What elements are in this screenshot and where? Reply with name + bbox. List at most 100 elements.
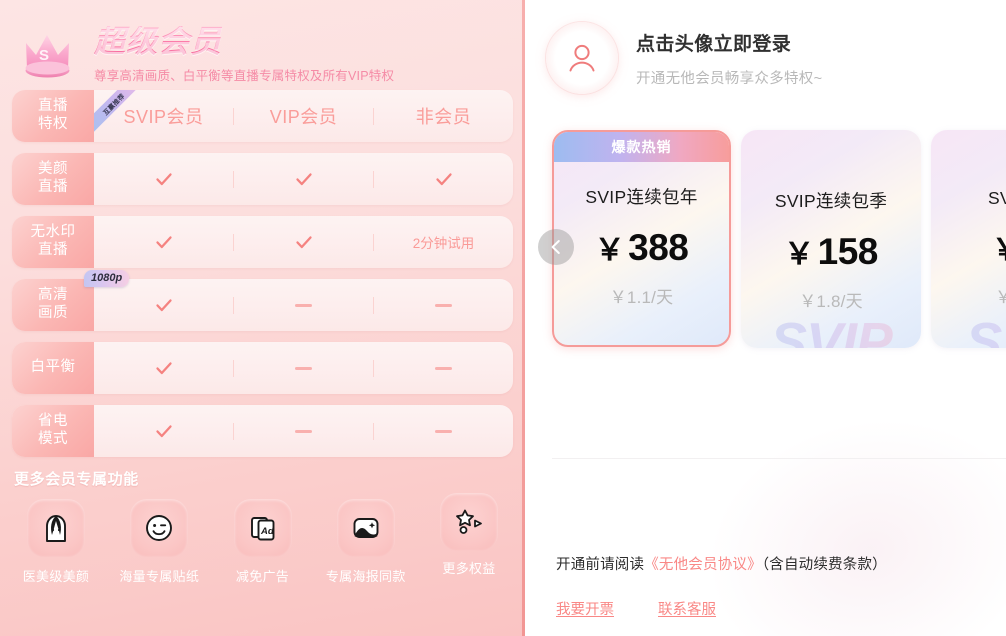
agreement-text: 开通前请阅读《无他会员协议》（含自动续费条款）	[556, 553, 887, 574]
beauty-face-icon	[27, 499, 85, 557]
check-icon	[154, 358, 174, 378]
poster-image-icon	[336, 499, 395, 557]
svg-text:Ad: Ad	[260, 526, 274, 537]
column-header-nonmember: 非会员	[415, 107, 472, 127]
login-title: 点击头像立即登录	[636, 33, 792, 55]
check-icon	[154, 232, 174, 252]
table-row: 高清 画质 1080p	[12, 270, 513, 331]
avatar[interactable]	[546, 22, 618, 94]
row-label: 省电 模式	[12, 405, 94, 457]
plan-name: SVIP连续包年	[585, 187, 698, 207]
plan-name: SVIP连续包季	[774, 191, 888, 211]
plan-watermark: SVIP	[741, 310, 921, 348]
carousel-prev-button[interactable]	[538, 229, 574, 265]
dash-icon	[295, 366, 312, 370]
column-header-svip: SVIP会员	[123, 107, 204, 127]
check-icon	[434, 169, 454, 189]
row-cell-vip	[234, 366, 373, 370]
plan-carousel: 爆款热销 SVIP连续包年 ￥ 388 ￥1.1/天 SVIP SVIP连续包季…	[525, 130, 1006, 348]
customer-service-link[interactable]: 联系客服	[658, 598, 716, 619]
super-member-header: S 超级会员 尊享高清画质、白平衡等直播专属特权及所有VIP特权	[0, 0, 525, 84]
membership-screen: S 超级会员 尊享高清画质、白平衡等直播专属特权及所有VIP特权 直播 特权 互赢…	[0, 0, 1006, 636]
feature-label: 海量专属贴纸	[119, 569, 200, 584]
table-row: 美颜 直播	[12, 153, 513, 205]
plan-watermark: SVIP	[554, 337, 729, 345]
check-icon	[154, 295, 174, 315]
login-row[interactable]: 点击头像立即登录 开通无他会员畅享众多特权~	[525, 0, 1006, 94]
person-avatar-icon	[569, 44, 595, 72]
crown-icon: S	[16, 23, 88, 85]
section-divider	[552, 458, 1006, 459]
feature-label: 医美级美颜	[22, 569, 90, 584]
feature-item-medical-beauty[interactable]: 医美级美颜	[10, 499, 102, 585]
agreement-prefix: 开通前请阅读	[556, 557, 645, 573]
currency-symbol: ￥	[784, 238, 814, 271]
privileges-panel: S 超级会员 尊享高清画质、白平衡等直播专属特权及所有VIP特权 直播 特权 互赢…	[0, 0, 525, 636]
plan-per-day: ￥1.1/天	[609, 288, 674, 307]
sparkle-star-icon	[440, 493, 498, 551]
check-icon	[294, 232, 314, 252]
more-features-list: 医美级美颜 海量专属贴纸 Ad 减免广告 专属海报同款 更多权益	[0, 493, 525, 585]
plan-price: ￥	[992, 225, 1006, 269]
row-label: 白平衡	[12, 342, 94, 394]
privileges-table: 直播 特权 互赢推荐 SVIP会员 VIP会员 非会员 美颜 直播 无水印 直播…	[0, 90, 525, 457]
feature-item-more-rights[interactable]: 更多权益	[423, 493, 515, 585]
dash-icon	[435, 429, 452, 433]
row-cell-nonmember: 2分钟试用	[374, 232, 513, 252]
check-icon	[154, 169, 174, 189]
chevron-left-icon	[551, 240, 560, 254]
agreement-link[interactable]: 《无他会员协议》	[644, 557, 762, 573]
ad-cards-icon: Ad	[233, 499, 292, 557]
row-cell-svip	[94, 169, 233, 189]
dash-icon	[435, 366, 452, 370]
table-header-row: 直播 特权 互赢推荐 SVIP会员 VIP会员 非会员	[12, 90, 513, 142]
row-cell-vip	[234, 303, 373, 307]
plan-watermark: SVI	[931, 310, 1006, 348]
plan-name: SVIP	[987, 188, 1006, 208]
feature-label: 专属海报同款	[325, 569, 406, 584]
check-icon	[294, 169, 314, 189]
table-header-label: 直播 特权	[12, 90, 94, 142]
table-row: 省电 模式	[12, 405, 513, 457]
feature-item-less-ads[interactable]: Ad 减免广告	[217, 499, 309, 585]
row-cell-nonmember	[374, 169, 513, 189]
row-cell-vip	[234, 232, 373, 252]
currency-symbol: ￥	[594, 234, 625, 267]
row-label: 高清 画质	[12, 279, 94, 331]
brand-subtitle: 尊享高清画质、白平衡等直播专属特权及所有VIP特权	[94, 68, 395, 83]
feature-item-stickers[interactable]: 海量专属贴纸	[113, 499, 205, 585]
row-cell-nonmember	[374, 303, 513, 307]
invoice-link[interactable]: 我要开票	[556, 598, 614, 619]
resolution-badge: 1080p	[84, 270, 130, 288]
svg-text:S: S	[39, 47, 49, 64]
plan-per-day: ￥1.8/天	[799, 292, 863, 311]
sticker-smiley-icon	[130, 499, 189, 557]
agreement-suffix: （含自动续费条款）	[761, 557, 887, 573]
table-header-label-line1: 直播 特权	[38, 98, 68, 132]
feature-label: 减免广告	[235, 569, 290, 584]
plan-price: ￥ 388	[595, 225, 689, 269]
plan-card-monthly[interactable]: SVIP ￥ ￥2 SVI	[931, 130, 1006, 348]
table-row: 无水印 直播 2分钟试用	[12, 216, 513, 268]
row-cell-nonmember	[374, 429, 513, 433]
plan-tag: 爆款热销	[554, 132, 729, 162]
trial-text: 2分钟试用	[412, 236, 475, 251]
plan-card-quarterly[interactable]: SVIP连续包季 ￥ 158 ￥1.8/天 SVIP	[741, 130, 921, 348]
feature-label: 更多权益	[442, 561, 496, 576]
price-value: 158	[817, 231, 879, 272]
row-cell-svip	[94, 358, 233, 378]
dash-icon	[295, 303, 312, 307]
feature-item-poster[interactable]: 专属海报同款	[320, 499, 412, 585]
row-cell-svip	[94, 295, 233, 315]
brand-title: 超级会员	[94, 26, 394, 59]
row-cell-svip	[94, 421, 233, 441]
row-label: 美颜 直播	[12, 153, 94, 205]
row-cell-vip	[234, 429, 373, 433]
background-decoration	[682, 388, 1006, 636]
plan-card-yearly[interactable]: 爆款热销 SVIP连续包年 ￥ 388 ￥1.1/天 SVIP	[552, 130, 731, 347]
login-subtitle: 开通无他会员畅享众多特权~	[636, 70, 823, 87]
purchase-panel: 点击头像立即登录 开通无他会员畅享众多特权~ 爆款热销 SVIP连续包年 ￥ 3…	[525, 0, 1006, 636]
column-header-vip: VIP会员	[269, 107, 338, 127]
dash-icon	[435, 303, 452, 307]
table-row: 白平衡	[12, 342, 513, 394]
